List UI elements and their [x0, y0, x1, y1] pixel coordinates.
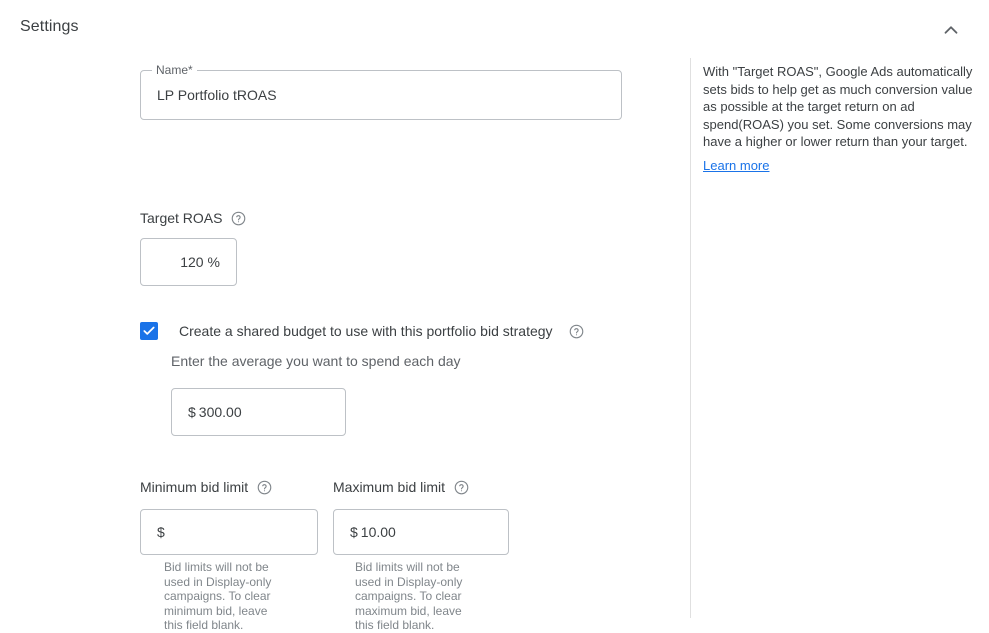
info-panel-description: With "Target ROAS", Google Ads automatic…	[703, 64, 973, 149]
maximum-bid-limit-input[interactable]: $ 10.00	[333, 509, 509, 555]
shared-budget-checkbox-label: Create a shared budget to use with this …	[179, 323, 553, 339]
maximum-bid-limit-label: Maximum bid limit	[333, 479, 446, 495]
info-panel: With "Target ROAS", Google Ads automatic…	[691, 58, 989, 623]
daily-budget-value: 300.00	[198, 404, 242, 420]
daily-budget-currency-prefix: $	[188, 404, 196, 420]
shared-budget-row: Create a shared budget to use with this …	[140, 322, 585, 340]
help-circle-icon[interactable]	[256, 479, 272, 495]
maximum-bid-helper-text: Bid limits will not be used in Display-o…	[355, 560, 463, 632]
settings-header: Settings	[0, 0, 989, 58]
maximum-bid-limit-label-row: Maximum bid limit	[333, 479, 469, 495]
name-field-value: LP Portfolio tROAS	[157, 87, 277, 103]
target-roas-suffix: %	[207, 254, 220, 270]
daily-budget-input[interactable]: $ 300.00	[171, 388, 346, 436]
learn-more-link[interactable]: Learn more	[703, 158, 769, 173]
target-roas-value: 120	[180, 254, 204, 270]
name-field[interactable]: Name* LP Portfolio tROAS	[140, 63, 622, 120]
maximum-bid-currency-prefix: $	[350, 524, 358, 540]
target-roas-label-row: Target ROAS	[140, 210, 246, 226]
minimum-bid-helper-text: Bid limits will not be used in Display-o…	[164, 560, 272, 632]
settings-form: Name* LP Portfolio tROAS Target ROAS 120…	[0, 58, 690, 632]
minimum-bid-currency-prefix: $	[157, 524, 165, 540]
shared-budget-sub-label: Enter the average you want to spend each…	[171, 353, 461, 369]
help-circle-icon[interactable]	[230, 210, 246, 226]
chevron-up-icon	[940, 19, 962, 41]
settings-content: Name* LP Portfolio tROAS Target ROAS 120…	[0, 58, 989, 632]
shared-budget-checkbox[interactable]	[140, 322, 158, 340]
help-circle-icon[interactable]	[569, 323, 585, 339]
target-roas-label: Target ROAS	[140, 210, 223, 226]
collapse-section-button[interactable]	[935, 14, 967, 46]
page-title: Settings	[20, 18, 79, 35]
minimum-bid-limit-label: Minimum bid limit	[140, 479, 249, 495]
help-circle-icon[interactable]	[453, 479, 469, 495]
name-field-label: Name*	[152, 63, 197, 77]
maximum-bid-value: 10.00	[360, 524, 396, 540]
target-roas-input[interactable]: 120 %	[140, 238, 237, 286]
minimum-bid-limit-label-row: Minimum bid limit	[140, 479, 272, 495]
minimum-bid-limit-input[interactable]: $	[140, 509, 318, 555]
